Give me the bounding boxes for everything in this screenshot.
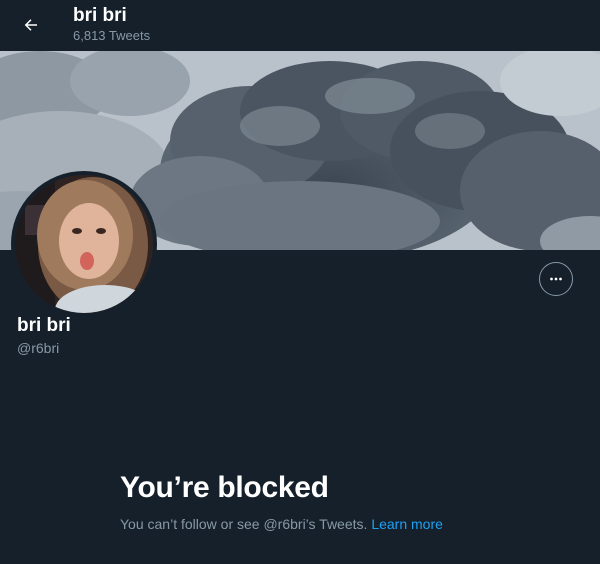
more-horizontal-icon bbox=[550, 277, 562, 281]
more-options-button[interactable] bbox=[539, 262, 573, 296]
blocked-title: You’re blocked bbox=[120, 471, 329, 504]
top-header: bri bri 6,813 Tweets bbox=[0, 0, 600, 51]
profile-page: bri bri 6,813 Tweets bri bri @r6bri You’… bbox=[0, 0, 600, 564]
arrow-left-icon bbox=[24, 19, 37, 31]
learn-more-link[interactable]: Learn more bbox=[371, 516, 443, 532]
avatar-photo bbox=[15, 175, 153, 313]
blocked-message: You can’t follow or see @r6bri’s Tweets. bbox=[120, 516, 368, 532]
tweet-count: 6,813 Tweets bbox=[73, 28, 151, 43]
profile-display-name: bri bri bbox=[17, 315, 71, 336]
back-button[interactable] bbox=[14, 8, 48, 42]
profile-handle: @r6bri bbox=[17, 340, 60, 356]
avatar[interactable] bbox=[11, 171, 157, 317]
header-title: bri bri bbox=[73, 5, 127, 26]
blocked-message-line: You can’t follow or see @r6bri’s Tweets.… bbox=[120, 515, 443, 533]
